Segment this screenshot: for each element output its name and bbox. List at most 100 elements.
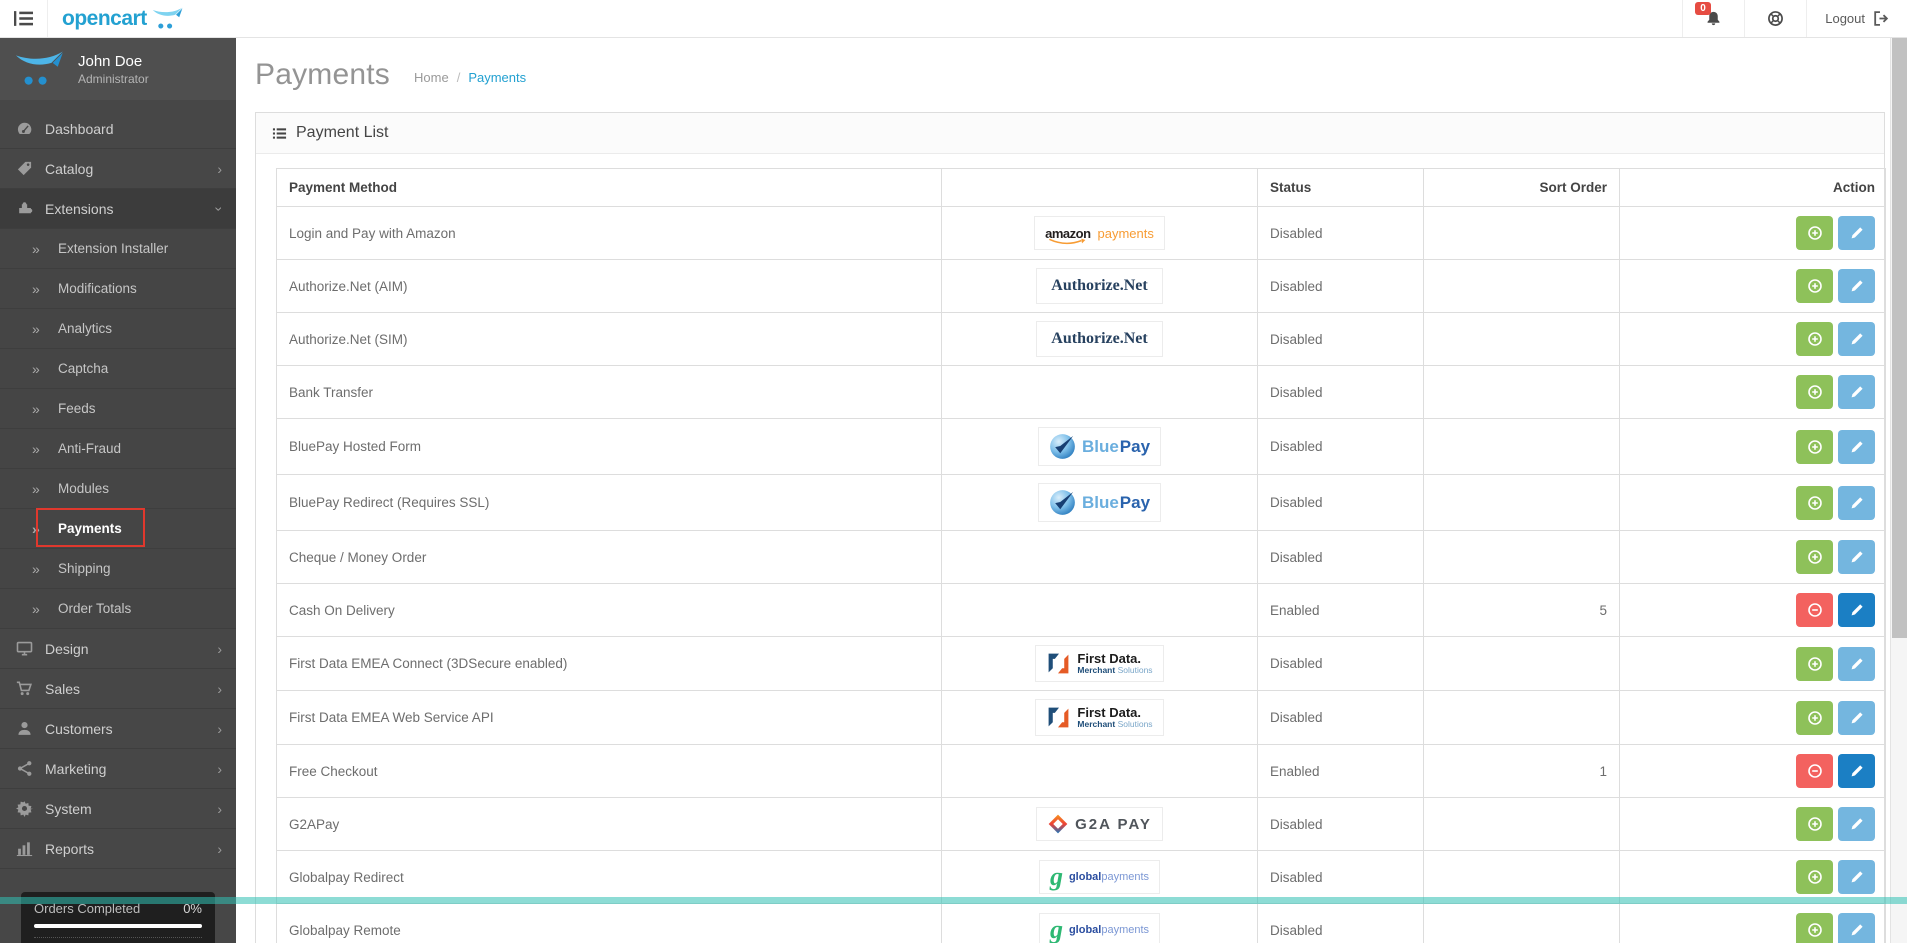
- edit-button[interactable]: [1838, 486, 1875, 520]
- payment-status: Enabled: [1258, 745, 1424, 797]
- payment-method-label: G2APay: [277, 798, 942, 850]
- help-button[interactable]: [1744, 0, 1806, 37]
- sidebar-item-label: Catalog: [45, 161, 93, 177]
- install-button[interactable]: [1796, 860, 1833, 894]
- sidebar-item-marketing[interactable]: Marketing›: [0, 749, 236, 789]
- install-button[interactable]: [1796, 540, 1833, 574]
- sidebar-item-catalog[interactable]: Catalog ›: [0, 149, 236, 189]
- install-button[interactable]: [1796, 913, 1833, 943]
- payment-status: Disabled: [1258, 531, 1424, 583]
- pencil-icon: [1849, 495, 1865, 511]
- chevron-right-icon: ›: [217, 161, 222, 177]
- breadcrumb-payments-link[interactable]: Payments: [468, 70, 526, 85]
- breadcrumb-home-link[interactable]: Home: [414, 70, 449, 85]
- edit-button[interactable]: [1838, 322, 1875, 356]
- sidebar-item-dashboard[interactable]: Dashboard: [0, 109, 236, 149]
- user-name: John Doe: [78, 53, 149, 70]
- payment-status: Disabled: [1258, 419, 1424, 474]
- vertical-scrollbar[interactable]: [1890, 38, 1907, 943]
- sidebar-item-system[interactable]: System›: [0, 789, 236, 829]
- uninstall-button[interactable]: [1796, 593, 1833, 627]
- install-button[interactable]: [1796, 269, 1833, 303]
- install-button[interactable]: [1796, 486, 1833, 520]
- install-button[interactable]: [1796, 701, 1833, 735]
- sidebar-item-payments[interactable]: »Payments: [0, 509, 236, 549]
- install-button[interactable]: [1796, 807, 1833, 841]
- edit-button[interactable]: [1838, 269, 1875, 303]
- payment-logo-cell: [942, 531, 1258, 583]
- sidebar-menu: Dashboard Catalog › Extensions › »Extension I…: [0, 100, 236, 869]
- payment-row: Cash On DeliveryEnabled5: [277, 584, 1885, 637]
- list-icon: [272, 126, 287, 141]
- sidebar-item-design[interactable]: Design›: [0, 629, 236, 669]
- install-button[interactable]: [1796, 430, 1833, 464]
- sidebar-profile[interactable]: John Doe Administrator: [0, 38, 236, 100]
- sidebar-item-anti-fraud[interactable]: »Anti-Fraud: [0, 429, 236, 469]
- edit-button[interactable]: [1838, 375, 1875, 409]
- payment-status: Disabled: [1258, 851, 1424, 903]
- menu-toggle-button[interactable]: [0, 0, 48, 37]
- edit-button[interactable]: [1838, 754, 1875, 788]
- sidebar-item-modifications[interactable]: »Modifications: [0, 269, 236, 309]
- sidebar-item-order-totals[interactable]: »Order Totals: [0, 589, 236, 629]
- install-button[interactable]: [1796, 375, 1833, 409]
- payment-row: First Data EMEA Connect (3DSecure enable…: [277, 637, 1885, 691]
- edit-button[interactable]: [1838, 860, 1875, 894]
- payment-method-label: Globalpay Remote: [277, 904, 942, 943]
- edit-button[interactable]: [1838, 216, 1875, 250]
- chevron-down-icon: ›: [212, 206, 228, 211]
- sidebar-item-sales[interactable]: Sales›: [0, 669, 236, 709]
- edit-button[interactable]: [1838, 701, 1875, 735]
- logout-button[interactable]: Logout: [1806, 0, 1907, 37]
- pencil-icon: [1849, 331, 1865, 347]
- sidebar-item-label: Feeds: [58, 401, 96, 416]
- sidebar-item-captcha[interactable]: »Captcha: [0, 349, 236, 389]
- sidebar-item-extension-installer[interactable]: »Extension Installer: [0, 229, 236, 269]
- edit-button[interactable]: [1838, 913, 1875, 943]
- uninstall-button[interactable]: [1796, 754, 1833, 788]
- payment-actions: [1620, 745, 1885, 797]
- sidebar-item-label: Payments: [58, 521, 122, 536]
- sidebar-item-label: Extensions: [45, 201, 113, 217]
- pencil-icon: [1849, 763, 1865, 779]
- logout-icon: [1872, 10, 1889, 27]
- sidebar-item-extensions[interactable]: Extensions ›: [0, 189, 236, 229]
- bluepay-logo: BluePay: [1038, 427, 1161, 466]
- scrollbar-thumb[interactable]: [1892, 38, 1907, 638]
- col-sort-order: Sort Order: [1424, 169, 1620, 206]
- payment-method-label: BluePay Redirect (Requires SSL): [277, 475, 942, 530]
- first-data-logo: First Data.Merchant Solutions: [1035, 699, 1163, 736]
- sidebar-item-shipping[interactable]: »Shipping: [0, 549, 236, 589]
- edit-button[interactable]: [1838, 807, 1875, 841]
- install-button[interactable]: [1796, 322, 1833, 356]
- payment-row: First Data EMEA Web Service APIFirst Dat…: [277, 691, 1885, 745]
- sidebar-item-label: Modifications: [58, 281, 137, 296]
- sidebar-item-label: Analytics: [58, 321, 112, 336]
- sidebar-item-label: Anti-Fraud: [58, 441, 121, 456]
- edit-button[interactable]: [1838, 540, 1875, 574]
- notification-badge: 0: [1695, 2, 1711, 15]
- sidebar-item-feeds[interactable]: »Feeds: [0, 389, 236, 429]
- notifications-button[interactable]: 0: [1682, 0, 1744, 37]
- payment-actions: [1620, 475, 1885, 530]
- sidebar-item-reports[interactable]: Reports›: [0, 829, 236, 869]
- install-button[interactable]: [1796, 647, 1833, 681]
- double-chevron-icon: »: [32, 361, 46, 377]
- plus-circle-icon: [1807, 331, 1823, 347]
- sidebar-item-modules[interactable]: »Modules: [0, 469, 236, 509]
- payment-actions: [1620, 637, 1885, 690]
- payment-actions: [1620, 851, 1885, 903]
- sidebar-item-label: System: [45, 801, 92, 817]
- payment-sort-order: [1424, 798, 1620, 850]
- user-role: Administrator: [78, 72, 149, 86]
- install-button[interactable]: [1796, 216, 1833, 250]
- edit-button[interactable]: [1838, 430, 1875, 464]
- payment-logo-cell: [942, 745, 1258, 797]
- payment-status: Disabled: [1258, 637, 1424, 690]
- edit-button[interactable]: [1838, 647, 1875, 681]
- avatar-cart-icon: [14, 49, 66, 90]
- opencart-logo[interactable]: opencart: [48, 0, 185, 37]
- sidebar-item-customers[interactable]: Customers›: [0, 709, 236, 749]
- sidebar-item-analytics[interactable]: »Analytics: [0, 309, 236, 349]
- edit-button[interactable]: [1838, 593, 1875, 627]
